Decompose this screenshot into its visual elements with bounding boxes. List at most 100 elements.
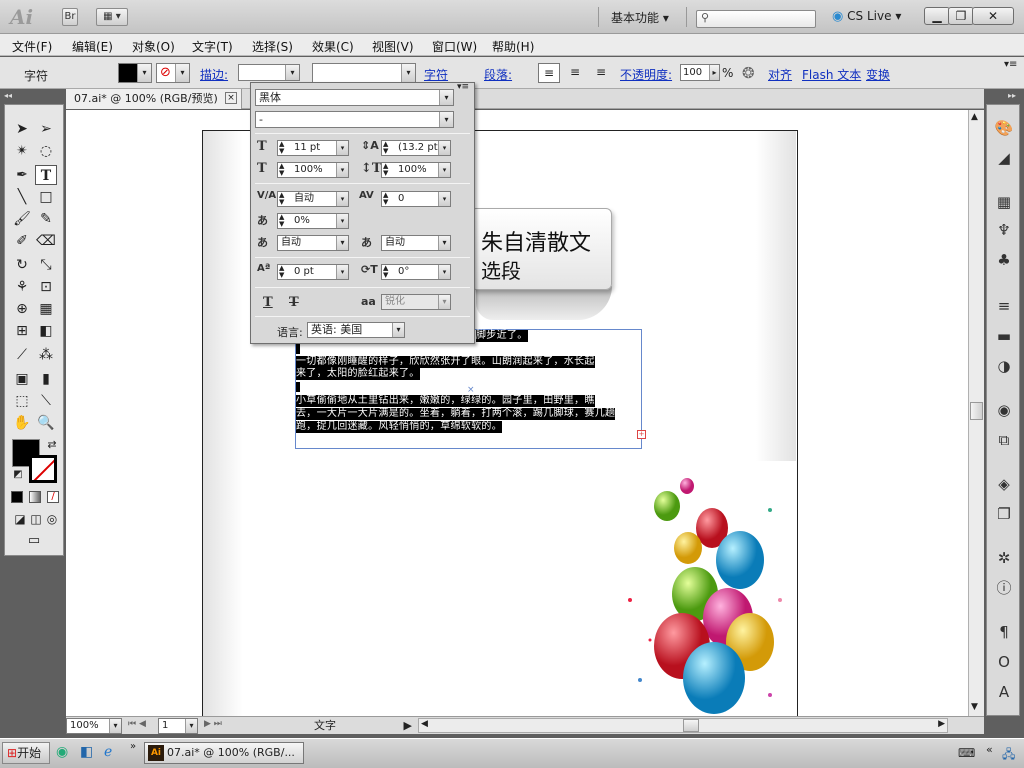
navigator-panel-icon[interactable]: ✲ (991, 547, 1017, 569)
stroke-swatch[interactable] (29, 455, 57, 483)
tracking-field[interactable]: ▲ ▼ 0 ▾ (381, 191, 451, 207)
page-dropdown[interactable]: 1 ▾ (158, 718, 198, 734)
brushes-panel-icon[interactable]: ♆ (991, 219, 1017, 241)
horizontal-scrollbar[interactable]: ◀ ▶ (418, 718, 948, 733)
character-panel-icon[interactable]: A (991, 681, 1017, 703)
selection-tool-icon[interactable]: ➤ (11, 119, 33, 139)
blend-tool-icon[interactable]: ⁂ (35, 345, 57, 365)
type-tool-icon[interactable]: T (35, 165, 57, 185)
stroke-label[interactable]: 描边: (200, 66, 228, 83)
menu-select[interactable]: 选择(S) (252, 38, 293, 55)
align-link[interactable]: 对齐 (768, 66, 792, 83)
mesh-tool-icon[interactable]: ⊞ (11, 321, 33, 341)
hand-tool-icon[interactable]: ✋ (11, 413, 33, 433)
stroke-weight-field[interactable]: ▾ (238, 64, 300, 81)
explorer-icon[interactable]: ◧ (80, 744, 93, 760)
kerning-field[interactable]: ▲ ▼ 自动 ▾ (277, 191, 349, 207)
opacity-field[interactable]: 100 ▸ (680, 64, 720, 81)
start-button[interactable]: ⊞开始 (2, 742, 50, 764)
vertical-scale-field[interactable]: ▲ ▼ 100% ▾ (277, 162, 349, 178)
horizontal-scale-field[interactable]: ▲ ▼ 100% ▾ (381, 162, 451, 178)
menu-view[interactable]: 视图(V) (372, 38, 414, 55)
menu-type[interactable]: 文字(T) (192, 38, 233, 55)
swap-colors-icon[interactable]: ⇄ (41, 435, 63, 455)
fill-color-swatch[interactable]: ▾ (118, 63, 152, 83)
recolor-icon[interactable]: ❂ (742, 64, 755, 82)
color-guide-icon[interactable]: ◢ (991, 147, 1017, 169)
scroll-thumb[interactable] (970, 402, 983, 420)
ie-icon[interactable]: ℯ (104, 744, 112, 760)
stepper-icon[interactable]: ▲ ▼ (279, 214, 284, 228)
align-center-button[interactable]: ≡ (564, 63, 586, 83)
shape-builder-tool-icon[interactable]: ⊕ (11, 299, 33, 319)
symbols-panel-icon[interactable]: ♣ (991, 249, 1017, 271)
cs-live-button[interactable]: ◉ CS Live ▾ (832, 9, 901, 24)
minimize-button[interactable]: ▁ (924, 7, 950, 25)
slice-tool-icon[interactable]: ⟍ (35, 391, 57, 411)
artboard-tool-icon[interactable]: ⬚ (11, 391, 33, 411)
overflow-handle[interactable]: + (637, 430, 646, 439)
menu-edit[interactable]: 编辑(E) (72, 38, 113, 55)
screen-mode-icon[interactable]: ▭ (23, 531, 45, 551)
menu-window[interactable]: 窗口(W) (432, 38, 477, 55)
stroke-color-swatch[interactable]: ⊘ ▾ (156, 63, 190, 83)
document-tab[interactable]: 07.ai* @ 100% (RGB/预览) × (66, 89, 242, 109)
network-icon[interactable]: 🖧 (1002, 745, 1015, 766)
collapse-icon[interactable]: ◂◂ (4, 91, 12, 100)
stepper-icon[interactable]: ▲ ▼ (383, 141, 388, 155)
font-family-select[interactable]: ▾ (312, 63, 416, 83)
blob-brush-tool-icon[interactable]: ✐ (11, 231, 33, 251)
direct-selection-tool-icon[interactable]: ➢ (35, 119, 57, 139)
graphic-styles-icon[interactable]: ⧉ (991, 429, 1017, 451)
text-frame[interactable]: 脚步近了。 一切都像刚睡醒的样子，欣欣然张开了眼。山朗润起来了，水长起 来了，太… (295, 329, 646, 449)
leading-field[interactable]: ▲ ▼ (13.2 pt) ▾ (381, 140, 451, 156)
transform-link[interactable]: 变换 (866, 66, 890, 83)
vertical-scrollbar[interactable]: ▲ ▼ (968, 110, 984, 716)
stepper-icon[interactable]: ▲ ▼ (279, 163, 284, 177)
gradient-panel-icon[interactable]: ▬ (991, 325, 1017, 347)
flash-text-link[interactable]: Flash 文本 (802, 66, 861, 83)
color-mode-icon[interactable] (11, 491, 23, 503)
scroll-right-icon[interactable]: ▶ (938, 719, 945, 729)
scroll-up-icon[interactable]: ▲ (971, 112, 978, 122)
stepper-icon[interactable]: ▲ ▼ (279, 265, 284, 279)
character-link[interactable]: 字符 (424, 66, 448, 83)
font-size-field[interactable]: ▲ ▼ 11 pt ▾ (277, 140, 349, 156)
gradient-tool-icon[interactable]: ◧ (35, 321, 57, 341)
restore-button[interactable]: ❐ (948, 7, 974, 25)
paragraph-panel-icon[interactable]: ¶ (991, 621, 1017, 643)
stepper-icon[interactable]: ▲ ▼ (279, 141, 284, 155)
arrange-documents-button[interactable]: ▦ ▾ (96, 8, 128, 26)
align-right-button[interactable]: ≡ (590, 63, 612, 83)
search-input[interactable]: ⚲ (696, 10, 816, 28)
language-dropdown[interactable]: 英语: 美国 ▾ (307, 322, 405, 338)
menu-file[interactable]: 文件(F) (12, 38, 52, 55)
stepper-icon[interactable]: ▲ ▼ (383, 192, 388, 206)
menu-help[interactable]: 帮助(H) (492, 38, 534, 55)
pencil-tool-icon[interactable]: ✎ (35, 209, 57, 229)
eyedropper-tool-icon[interactable]: ⟋ (11, 345, 33, 365)
close-window-button[interactable]: ✕ (972, 7, 1014, 25)
perspective-grid-tool-icon[interactable]: ▦ (35, 299, 57, 319)
align-left-button[interactable]: ≡ (538, 63, 560, 83)
line-tool-icon[interactable]: ╲ (11, 187, 33, 207)
scroll-left-icon[interactable]: ◀ (421, 719, 428, 729)
magic-wand-tool-icon[interactable]: ✴ (11, 141, 33, 161)
antialias-dropdown[interactable]: 锐化 ▾ (381, 294, 451, 310)
tray-expand-icon[interactable]: « (986, 743, 993, 756)
panel-menu-icon[interactable]: ▾≡ (1004, 59, 1017, 70)
artboards-panel-icon[interactable]: ❐ (991, 503, 1017, 525)
zoom-tool-icon[interactable]: 🔍 (35, 413, 57, 433)
opentype-panel-icon[interactable]: O (991, 651, 1017, 673)
close-tab-icon[interactable]: × (225, 92, 237, 104)
pen-tool-icon[interactable]: ✒ (11, 165, 33, 185)
baseline-shift-field[interactable]: ▲ ▼ 0 pt ▾ (277, 264, 349, 280)
underline-icon[interactable]: T (263, 295, 273, 310)
bridge-button[interactable]: Br (62, 8, 78, 26)
expand-panels-icon[interactable]: ▸▸ (1008, 91, 1016, 100)
menu-object[interactable]: 对象(O) (132, 38, 175, 55)
scale-tool-icon[interactable]: ⤡ (35, 255, 57, 275)
color-panel-icon[interactable]: 🎨 (991, 117, 1017, 139)
info-panel-icon[interactable]: ⓘ (991, 577, 1017, 599)
default-colors-icon[interactable]: ◩ (7, 465, 29, 485)
